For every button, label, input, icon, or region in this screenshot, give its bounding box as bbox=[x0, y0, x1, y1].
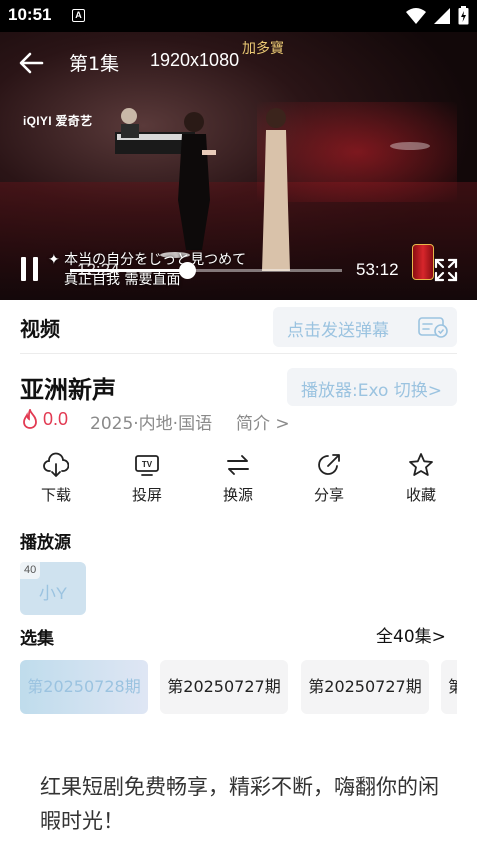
action-label: 换源 bbox=[222, 486, 253, 504]
system-icons bbox=[406, 6, 469, 25]
source-card[interactable]: 40 小Y bbox=[20, 562, 86, 615]
brand-logo: 加多寶 bbox=[242, 41, 284, 57]
episode-list: 第20250728期 第20250727期 第20250727期 第202507… bbox=[20, 660, 457, 714]
a-notification-icon: A bbox=[72, 9, 85, 22]
status-bar: 10:51 A bbox=[0, 0, 477, 32]
iqiyi-watermark: iQIYI 爱奇艺 bbox=[23, 114, 93, 128]
source-section-title: 播放源 bbox=[20, 533, 71, 553]
source-name: 小Y bbox=[38, 584, 68, 603]
send-danmaku-button[interactable]: 点击发送弹幕 bbox=[273, 307, 457, 347]
danmaku-settings-icon bbox=[418, 317, 448, 338]
sponsor-can-icon bbox=[412, 244, 434, 280]
pause-icon[interactable] bbox=[21, 257, 39, 281]
progress-bar[interactable] bbox=[70, 262, 342, 279]
video-player[interactable]: 第1集 1920x1080 加多寶 iQIYI 爱奇艺 ✦ 本当の自分をじっと見… bbox=[0, 32, 477, 300]
video-frame-spot bbox=[390, 142, 430, 150]
download-icon bbox=[43, 452, 69, 477]
video-frame-singer bbox=[262, 108, 290, 271]
back-arrow-icon[interactable] bbox=[18, 50, 44, 76]
switch-source-button[interactable]: 换源 bbox=[203, 452, 273, 512]
promo-text: 红果短剧免费畅享，精彩不断，嗨翻你的闲暇时光！ bbox=[40, 775, 439, 833]
tab-video[interactable]: 视频 bbox=[20, 313, 60, 342]
danmaku-placeholder: 点击发送弹幕 bbox=[287, 321, 389, 341]
switch-source-icon bbox=[227, 455, 249, 475]
wifi-icon bbox=[406, 7, 426, 24]
action-bar: 下载 TV 投屏 换源 分享 收藏 bbox=[0, 452, 477, 512]
fire-icon bbox=[23, 409, 37, 429]
episode-item[interactable]: 第20250727期 bbox=[301, 660, 429, 714]
share-icon bbox=[318, 454, 340, 475]
episode-title: 第1集 bbox=[69, 53, 120, 75]
svg-text:TV: TV bbox=[142, 460, 153, 469]
player-top-controls: 第1集 1920x1080 加多寶 bbox=[0, 32, 477, 92]
episode-item[interactable]: 第20250726期 bbox=[441, 660, 457, 714]
show-meta: 2025·内地·国语 bbox=[90, 414, 213, 434]
resolution-label: 1920x1080 bbox=[150, 50, 240, 70]
all-episodes-link[interactable]: 全40集> bbox=[376, 622, 446, 647]
video-frame-singer bbox=[178, 112, 216, 250]
favorite-button[interactable]: 收藏 bbox=[386, 452, 456, 512]
battery-icon bbox=[458, 6, 469, 25]
status-time: 10:51 bbox=[8, 5, 52, 24]
episode-item[interactable]: 第20250727期 bbox=[160, 660, 288, 714]
intro-link[interactable]: 简介 > bbox=[236, 409, 290, 434]
episode-item[interactable]: 第20250728期 bbox=[20, 660, 148, 714]
total-time: 53:12 bbox=[356, 260, 399, 279]
signal-icon bbox=[434, 7, 450, 24]
progress-thumb[interactable] bbox=[178, 262, 196, 279]
cast-button[interactable]: TV 投屏 bbox=[112, 452, 182, 512]
episodes-section-title: 选集 bbox=[20, 629, 54, 649]
action-label: 投屏 bbox=[131, 486, 162, 504]
download-button[interactable]: 下载 bbox=[21, 452, 91, 512]
switch-player-button[interactable]: 播放器:Exo 切换> bbox=[287, 368, 457, 406]
action-label: 分享 bbox=[313, 486, 344, 504]
tv-cast-icon: TV bbox=[135, 455, 159, 476]
switch-player-label: 播放器:Exo 切换> bbox=[301, 381, 443, 401]
score: 0.0 bbox=[43, 409, 69, 429]
progress-fill bbox=[70, 269, 187, 272]
show-title: 亚洲新声 bbox=[20, 376, 116, 404]
fullscreen-icon[interactable] bbox=[434, 258, 458, 282]
divider bbox=[20, 353, 457, 354]
action-label: 收藏 bbox=[405, 486, 436, 504]
star-icon bbox=[409, 453, 433, 476]
source-count-badge: 40 bbox=[20, 562, 41, 579]
action-label: 下载 bbox=[40, 486, 71, 504]
share-button[interactable]: 分享 bbox=[294, 452, 364, 512]
